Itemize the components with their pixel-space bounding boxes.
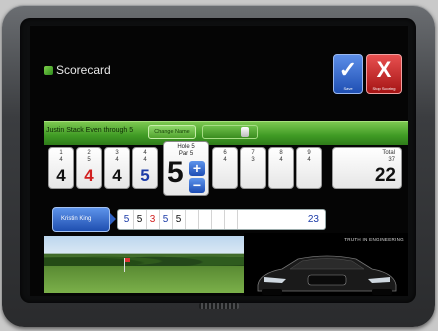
hole-par: 4	[223, 157, 227, 163]
increment-button[interactable]: +	[189, 161, 205, 176]
tree-line	[44, 250, 244, 266]
total-score: 22	[374, 165, 396, 186]
car-image	[257, 255, 397, 295]
hole-number: 2	[87, 150, 91, 156]
pin-flag-icon	[124, 258, 130, 272]
opponent-score-cell: 5	[133, 210, 147, 229]
ad-tagline: TRUTH IN ENGINEERING	[344, 237, 404, 242]
player-bar: Justin Stack Even through 5 Change Name	[44, 121, 408, 145]
hole-card[interactable]: 25 4	[76, 147, 102, 189]
hole-par: 4	[115, 157, 119, 163]
current-score: 5	[167, 156, 184, 189]
hole-card[interactable]: 84	[268, 147, 294, 189]
hole-card[interactable]: 44 5	[132, 147, 158, 189]
opponent-score-cell	[224, 210, 238, 229]
speaker-grille	[199, 303, 239, 309]
decrement-button[interactable]: −	[189, 178, 205, 193]
total-card: Total 37 22	[332, 147, 402, 189]
checkmark-icon: ✓	[338, 57, 358, 82]
hole-score: 4	[84, 166, 94, 185]
stop-scoring-button[interactable]: X Stop Scoring	[366, 54, 402, 94]
course-photo	[44, 236, 244, 293]
advertisement-banner[interactable]: TRUTH IN ENGINEERING	[244, 233, 408, 296]
opponent-score-cell: 5	[120, 210, 134, 229]
hole-card[interactable]: 94	[296, 147, 322, 189]
player-status: Justin Stack Even through 5	[46, 127, 134, 134]
opponent-score-cell: 5	[159, 210, 173, 229]
app-screen: Scorecard ✓ Save X Stop Scoring Justin S…	[30, 26, 408, 296]
opponent-score-cell: 3	[146, 210, 160, 229]
hole-number: 1	[59, 150, 63, 156]
change-name-button[interactable]: Change Name	[148, 125, 196, 139]
player-slider[interactable]	[202, 125, 258, 139]
hole-number: 3	[115, 150, 119, 156]
hole-number: 8	[279, 150, 283, 156]
app-title-text: Scorecard	[56, 63, 111, 77]
opponent-total: 23	[307, 214, 319, 225]
hole-number: 7	[251, 150, 255, 156]
stop-scoring-label: Stop Scoring	[372, 86, 396, 91]
hole-par: 3	[251, 157, 255, 163]
opponent-arrow-icon	[110, 213, 116, 225]
close-icon: X	[376, 57, 392, 82]
hole-card[interactable]: 344	[104, 147, 130, 189]
app-title: Scorecard	[44, 63, 111, 77]
slider-handle[interactable]	[241, 127, 249, 137]
hole-par: 5	[87, 157, 91, 163]
hole-number: 4	[143, 150, 147, 156]
total-label: Total	[382, 150, 395, 156]
opponent-score-cell	[198, 210, 212, 229]
scorecard-logo-icon	[44, 66, 53, 75]
hole-number: 9	[307, 150, 311, 156]
hole-par: 4	[307, 157, 311, 163]
hole-card[interactable]: 73	[240, 147, 266, 189]
opponent-score-cell	[211, 210, 225, 229]
opponent-score-cell: 5	[172, 210, 186, 229]
opponent-tab[interactable]: Kristin King	[52, 207, 110, 232]
hole-score: 4	[112, 166, 122, 185]
hole-par: 4	[59, 157, 63, 163]
save-label: Save	[343, 86, 353, 91]
hole-number: 6	[223, 150, 227, 156]
hole-card[interactable]: 144	[48, 147, 74, 189]
hole-par: 4	[279, 157, 283, 163]
save-button[interactable]: ✓ Save	[333, 54, 363, 94]
hole-score: 4	[56, 166, 66, 185]
current-hole-label: Hole 5	[177, 144, 195, 150]
opponent-score-cell	[185, 210, 199, 229]
hole-par: 4	[143, 157, 147, 163]
current-hole-card: Hole 5 Par 5 5 + −	[163, 141, 209, 196]
hole-card[interactable]: 64	[212, 147, 238, 189]
opponent-score-row: 55355 23	[117, 209, 326, 230]
hole-score: 5	[140, 166, 150, 185]
total-par: 37	[388, 157, 395, 163]
